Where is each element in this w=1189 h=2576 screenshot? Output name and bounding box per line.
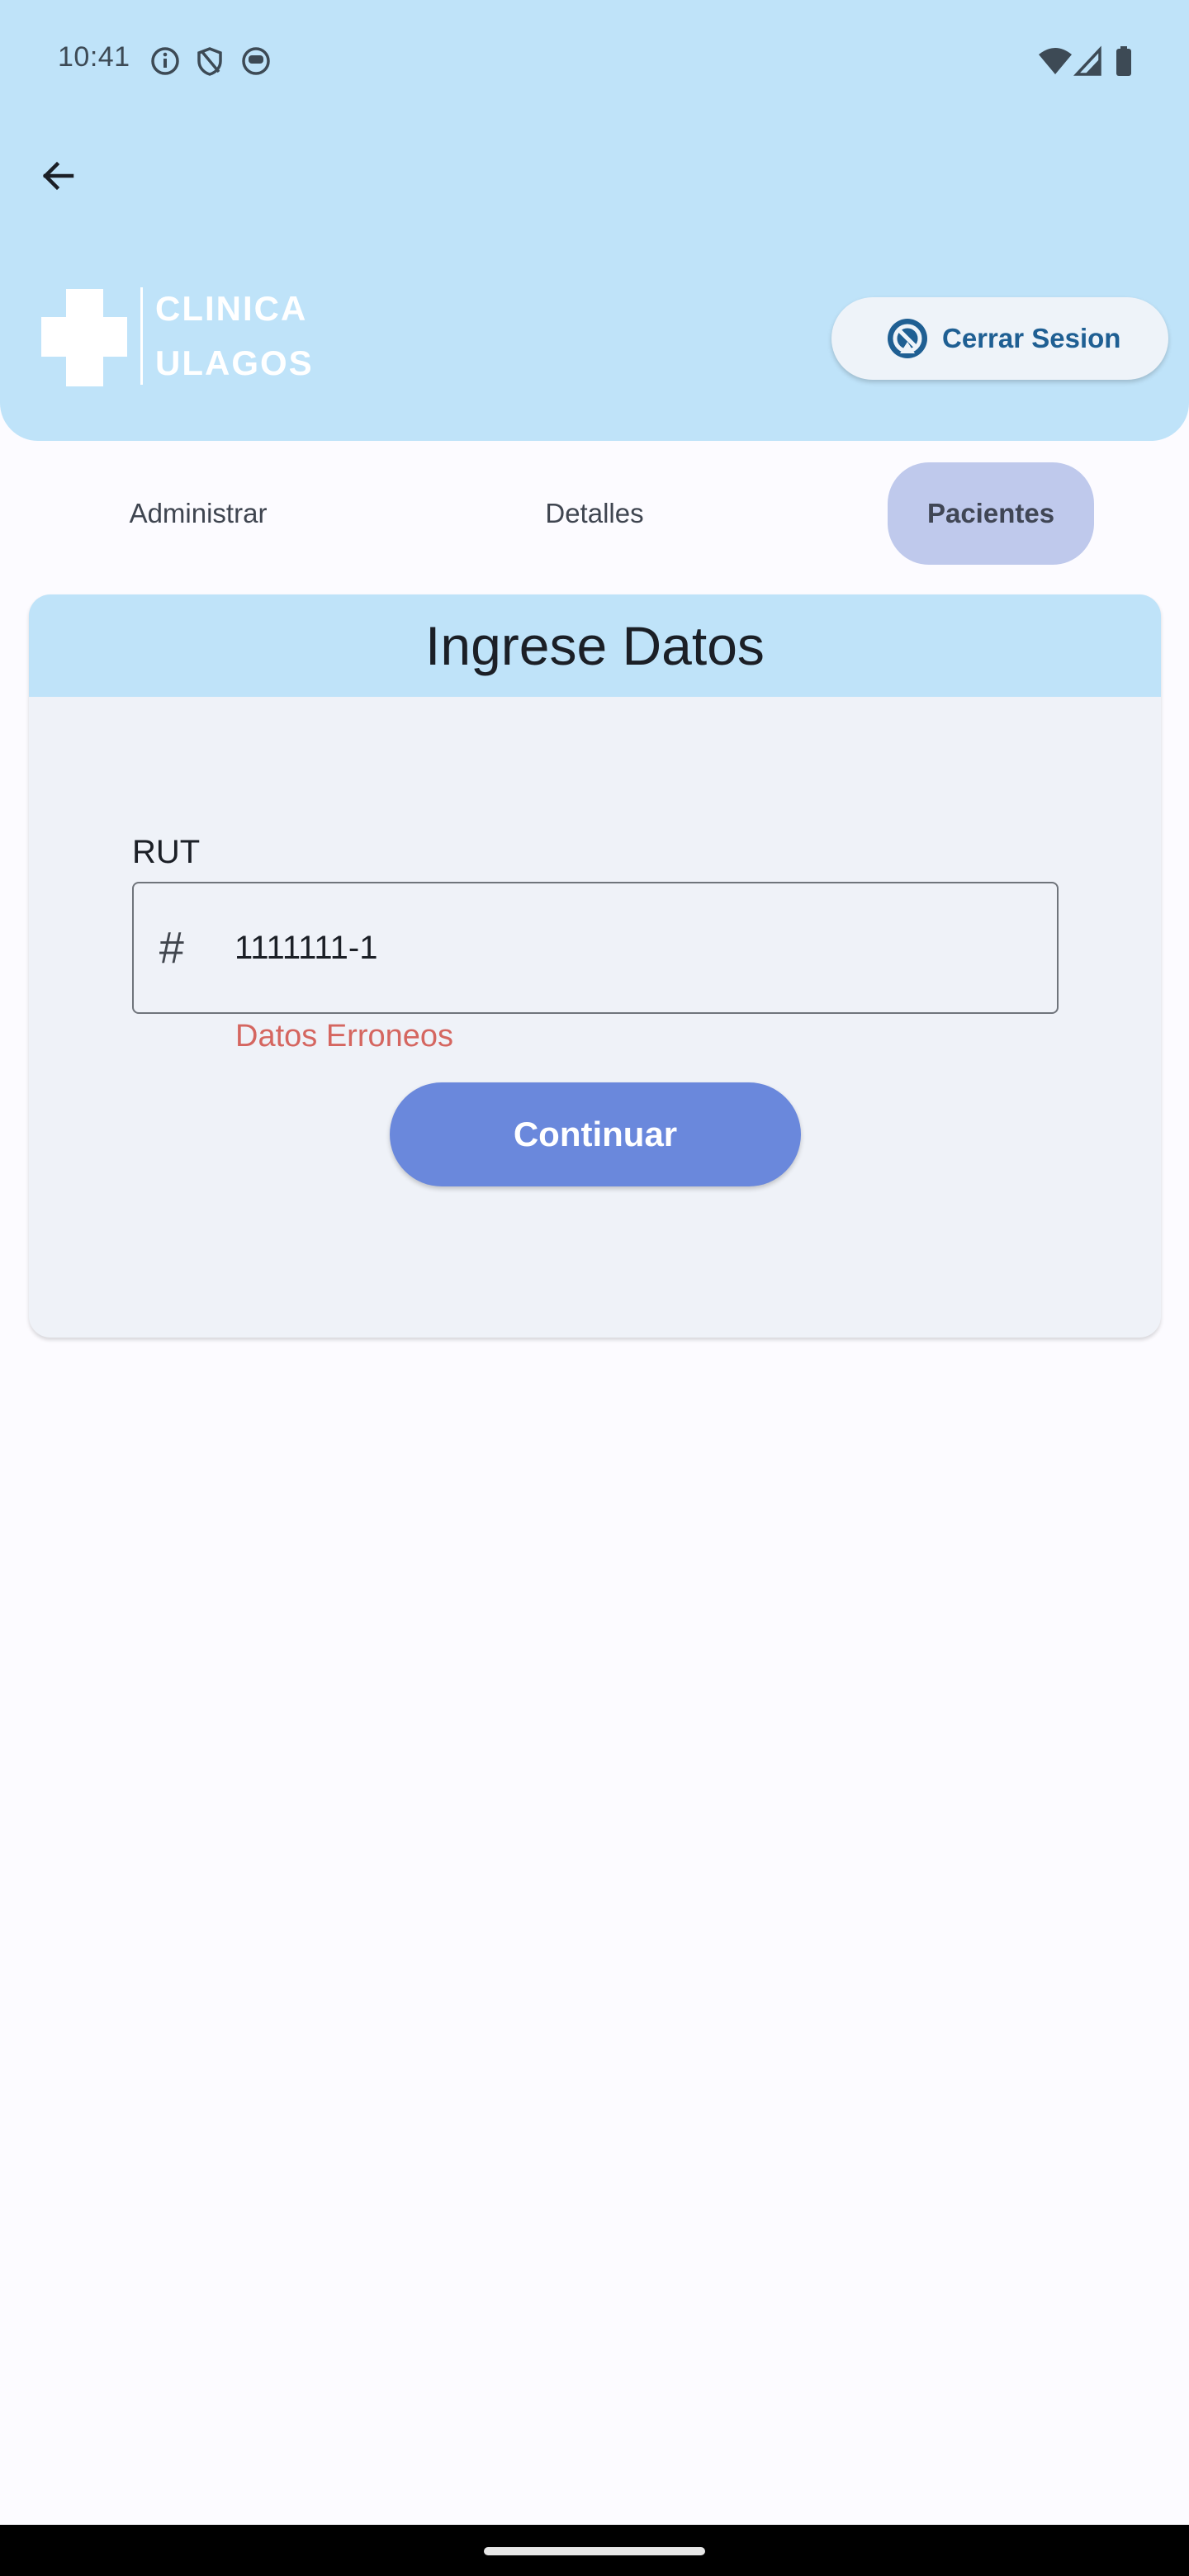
logout-button[interactable]: Cerrar Sesion xyxy=(831,297,1168,380)
back-button[interactable] xyxy=(33,150,84,201)
logo-divider xyxy=(140,287,143,385)
patient-form-card: Ingrese Datos RUT # 1111111-1 Datos Erro… xyxy=(29,594,1161,1338)
signal-icon xyxy=(1073,45,1101,76)
app-header: 10:41 CLINICA ULAGOS Cerrar Sesion xyxy=(0,0,1189,441)
tab-label: Administrar xyxy=(129,498,268,528)
status-time: 10:41 xyxy=(58,41,130,73)
arrow-left-icon xyxy=(42,161,74,191)
tab-label: Detalles xyxy=(545,498,644,528)
home-indicator[interactable] xyxy=(484,2547,705,2555)
assistant-icon xyxy=(242,47,270,75)
card-header: Ingrese Datos xyxy=(29,594,1161,697)
tab-detalles[interactable]: Detalles xyxy=(479,462,710,565)
rut-label: RUT xyxy=(132,834,201,870)
logout-icon xyxy=(888,319,927,358)
clinica-ulagos-logo: CLINICA ULAGOS xyxy=(41,281,314,388)
tab-pacientes[interactable]: Pacientes xyxy=(888,462,1094,565)
rut-value: 1111111-1 xyxy=(234,930,378,966)
form-title: Ingrese Datos xyxy=(425,615,765,676)
error-message: Datos Erroneos xyxy=(235,1019,454,1054)
wifi-icon xyxy=(1039,48,1072,74)
hash-icon: # xyxy=(159,923,184,973)
info-icon xyxy=(151,47,179,75)
battery-icon xyxy=(1116,46,1131,76)
shield-icon xyxy=(197,47,222,76)
rut-input[interactable]: # 1111111-1 xyxy=(132,882,1059,1014)
logo-line-1: CLINICA xyxy=(155,289,308,328)
tab-administrar[interactable]: Administrar xyxy=(83,462,314,565)
medical-cross-icon xyxy=(41,289,127,386)
system-nav-bar xyxy=(0,2525,1189,2576)
continue-button[interactable]: Continuar xyxy=(390,1082,801,1186)
tab-label: Pacientes xyxy=(926,498,1055,528)
logo-line-2: ULAGOS xyxy=(155,343,314,382)
status-bar: 10:41 xyxy=(0,0,1189,122)
logout-label: Cerrar Sesion xyxy=(942,323,1121,353)
